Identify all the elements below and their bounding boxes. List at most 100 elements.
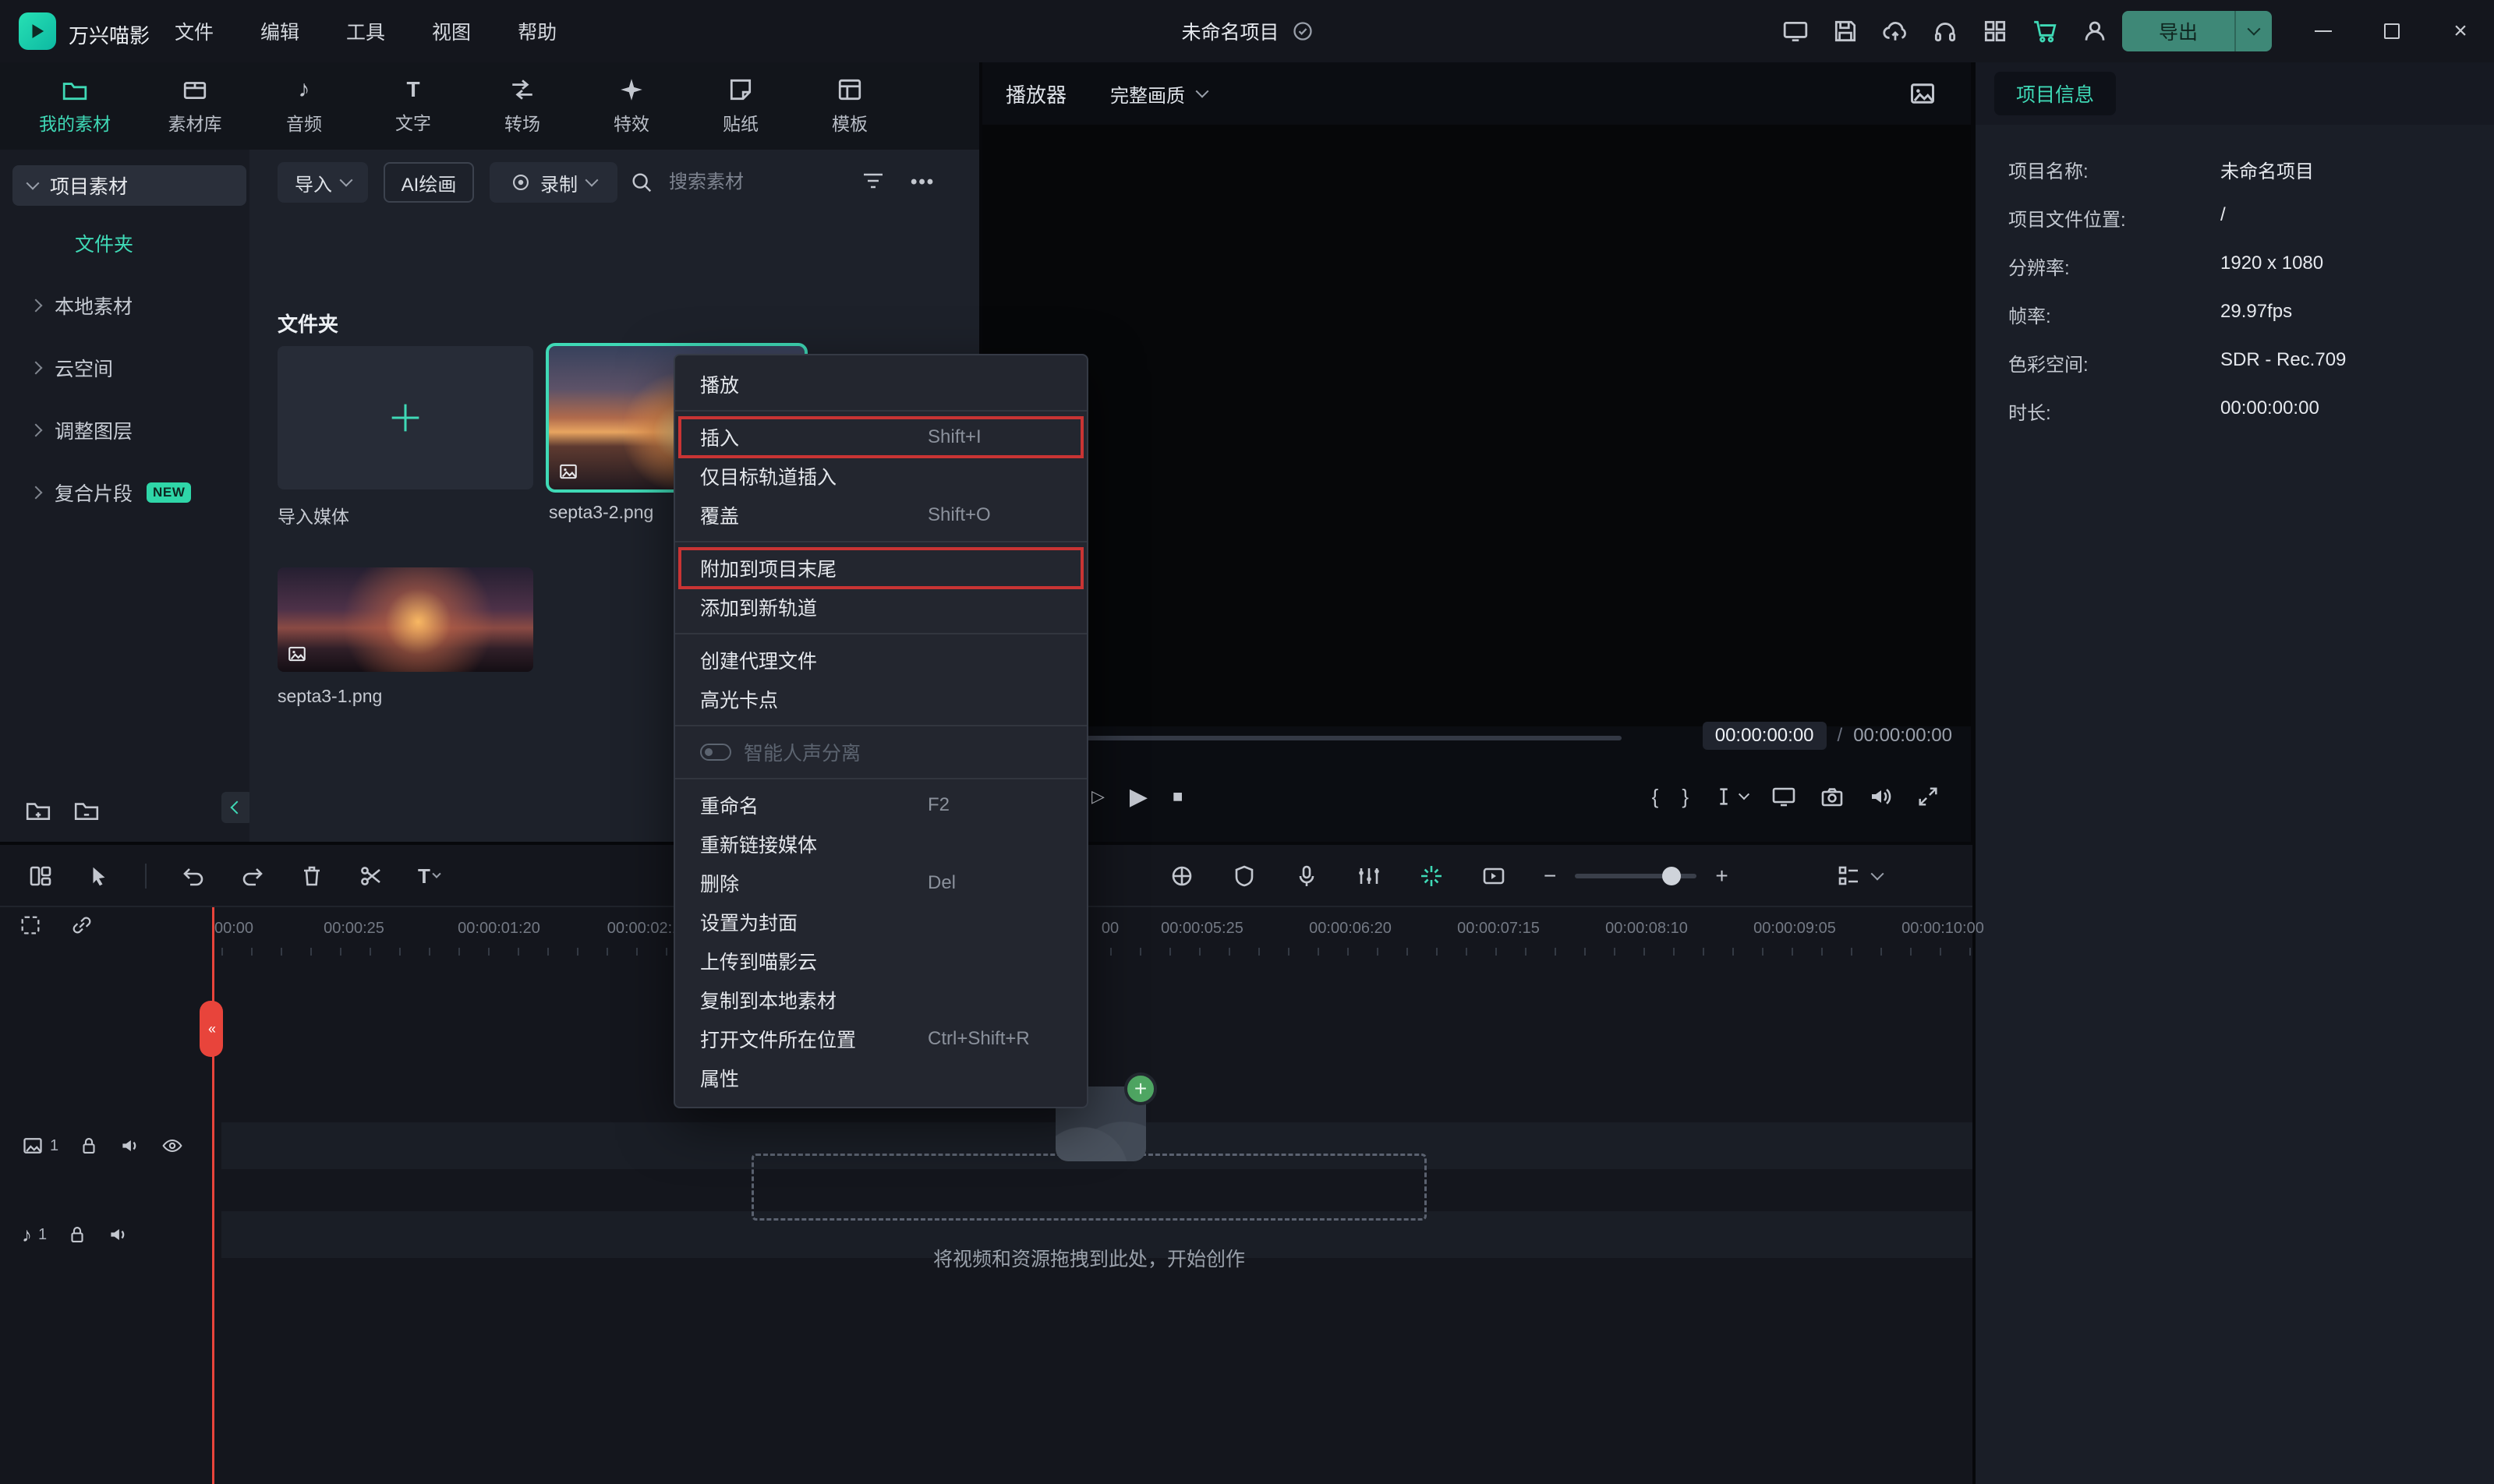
menu-item-play[interactable]: 播放	[675, 365, 1087, 404]
menu-item-rename[interactable]: 重命名F2	[675, 786, 1087, 825]
seek-bar[interactable]	[1004, 736, 1622, 740]
tab-audio[interactable]: ♪ 音频	[249, 62, 359, 150]
edit-point-icon[interactable]	[1712, 785, 1748, 808]
zoom-out-icon[interactable]: −	[1544, 864, 1556, 889]
lock-track-icon[interactable]	[67, 1224, 87, 1245]
zoom-in-icon[interactable]: +	[1715, 864, 1728, 889]
tab-stickers[interactable]: 贴纸	[686, 62, 795, 150]
export-dropdown[interactable]	[2234, 11, 2272, 51]
menu-help[interactable]: 帮助	[518, 17, 557, 45]
menu-item-copy-to-local[interactable]: 复制到本地素材	[675, 980, 1087, 1019]
lock-track-icon[interactable]	[79, 1136, 99, 1156]
mute-track-icon[interactable]	[119, 1135, 141, 1157]
timeline-drop-zone[interactable]	[752, 1154, 1427, 1221]
sidebar-item-adjustment-layer[interactable]: 调整图层	[12, 412, 246, 449]
voiceover-mic-icon[interactable]	[1294, 864, 1319, 889]
undo-icon[interactable]	[181, 864, 206, 889]
tab-stock-media[interactable]: 素材库	[140, 62, 249, 150]
mark-out-icon[interactable]: }	[1682, 785, 1689, 809]
import-button[interactable]: 导入	[278, 162, 368, 203]
tab-templates[interactable]: 模板	[795, 62, 904, 150]
minimize-button[interactable]	[2289, 0, 2358, 62]
media-view-icon[interactable]	[28, 864, 53, 889]
import-media-tile[interactable]	[278, 346, 533, 489]
filter-icon[interactable]	[861, 170, 886, 195]
tab-text[interactable]: T 文字	[359, 62, 468, 150]
cloud-upload-icon[interactable]	[1882, 18, 1909, 44]
menu-item-create-proxy[interactable]: 创建代理文件	[675, 641, 1087, 680]
more-options-icon[interactable]: •••	[911, 171, 935, 193]
beat-detection-icon[interactable]	[1419, 864, 1444, 889]
menu-item-upload-to-cloud[interactable]: 上传到喵影云	[675, 942, 1087, 980]
plugins-icon[interactable]	[1982, 18, 2008, 44]
menu-item-set-as-cover[interactable]: 设置为封面	[675, 903, 1087, 942]
quality-dropdown[interactable]: 完整画质	[1110, 80, 1207, 108]
menu-file[interactable]: 文件	[175, 17, 214, 45]
menu-tools[interactable]: 工具	[346, 17, 385, 45]
menu-item-insert[interactable]: 插入Shift+I	[675, 418, 1087, 457]
menu-item-delete[interactable]: 删除Del	[675, 864, 1087, 903]
tab-transition[interactable]: 转场	[468, 62, 577, 150]
menu-item-add-to-new-track[interactable]: 添加到新轨道	[675, 588, 1087, 627]
speed-ramp-icon[interactable]	[1481, 864, 1506, 889]
menu-view[interactable]: 视图	[432, 17, 471, 45]
play-icon[interactable]: ▶	[1130, 783, 1148, 811]
close-button[interactable]: ×	[2426, 0, 2494, 62]
workspace-icon[interactable]	[1782, 18, 1809, 44]
menu-item-insert-target-track[interactable]: 仅目标轨道插入	[675, 457, 1087, 496]
delete-clip-icon[interactable]	[299, 864, 324, 889]
support-headset-icon[interactable]	[1932, 18, 1958, 44]
menu-item-append-to-project-end[interactable]: 附加到项目末尾	[675, 549, 1087, 588]
stop-icon[interactable]: ■	[1173, 786, 1183, 807]
mark-in-icon[interactable]: {	[1652, 785, 1659, 809]
export-button[interactable]: 导出	[2122, 11, 2272, 51]
zoom-slider[interactable]	[1575, 874, 1696, 878]
step-forward-icon[interactable]: ▷	[1091, 786, 1105, 807]
sidebar-item-local-media[interactable]: 本地素材	[12, 287, 246, 324]
playhead-handle[interactable]: ‹‹	[200, 1001, 223, 1057]
audio-mixer-icon[interactable]	[1357, 864, 1381, 889]
hide-track-icon[interactable]	[161, 1135, 183, 1157]
menu-item-overwrite[interactable]: 覆盖Shift+O	[675, 496, 1087, 535]
restore-button[interactable]	[2358, 0, 2426, 62]
delete-folder-icon[interactable]	[73, 797, 100, 823]
redo-icon[interactable]	[240, 864, 265, 889]
snapshot-camera-icon[interactable]	[1820, 784, 1845, 809]
sidebar-item-cloud-space[interactable]: 云空间	[12, 349, 246, 387]
account-icon[interactable]	[2082, 18, 2108, 44]
menu-item-properties[interactable]: 属性	[675, 1058, 1087, 1097]
render-preview-icon[interactable]	[1169, 864, 1194, 889]
zoom-slider-knob[interactable]	[1662, 867, 1681, 885]
track-view-switch[interactable]	[1837, 845, 1882, 907]
collapse-sidebar-button[interactable]	[221, 792, 253, 823]
search-input[interactable]	[666, 170, 815, 195]
store-cart-icon[interactable]	[2032, 18, 2058, 44]
mute-track-icon[interactable]	[108, 1224, 129, 1246]
menu-edit[interactable]: 编辑	[260, 17, 299, 45]
tab-my-media[interactable]: 我的素材	[9, 62, 140, 150]
add-media-plus-icon[interactable]: +	[1124, 1072, 1157, 1105]
pointer-tool-icon[interactable]	[87, 864, 111, 888]
sidebar-item-compound-clip[interactable]: 复合片段 NEW	[12, 474, 246, 511]
app-logo-icon[interactable]	[19, 12, 56, 50]
menu-item-relink-media[interactable]: 重新链接媒体	[675, 825, 1087, 864]
sidebar-item-project-media[interactable]: 项目素材	[12, 165, 246, 206]
playhead-line[interactable]	[212, 907, 214, 1484]
tab-effects[interactable]: 特效	[577, 62, 686, 150]
range-select-icon[interactable]	[19, 913, 42, 937]
add-text-icon[interactable]: T	[418, 864, 440, 889]
split-scissors-icon[interactable]	[359, 864, 384, 889]
marker-icon[interactable]	[1232, 864, 1257, 889]
second-screen-icon[interactable]	[1771, 784, 1796, 809]
save-icon[interactable]	[1832, 18, 1859, 44]
volume-icon[interactable]	[1868, 784, 1893, 809]
menu-item-open-file-location[interactable]: 打开文件所在位置Ctrl+Shift+R	[675, 1019, 1087, 1058]
media-tile-septa3-1[interactable]	[278, 567, 533, 672]
sidebar-item-folder[interactable]: 文件夹	[12, 224, 246, 262]
fullscreen-icon[interactable]	[1916, 785, 1940, 808]
record-button[interactable]: 录制	[490, 162, 617, 203]
tab-project-info[interactable]: 项目信息	[1994, 72, 2116, 115]
new-folder-icon[interactable]	[25, 797, 51, 823]
link-clips-icon[interactable]	[70, 913, 94, 937]
preview-image-icon[interactable]	[1909, 80, 1937, 108]
